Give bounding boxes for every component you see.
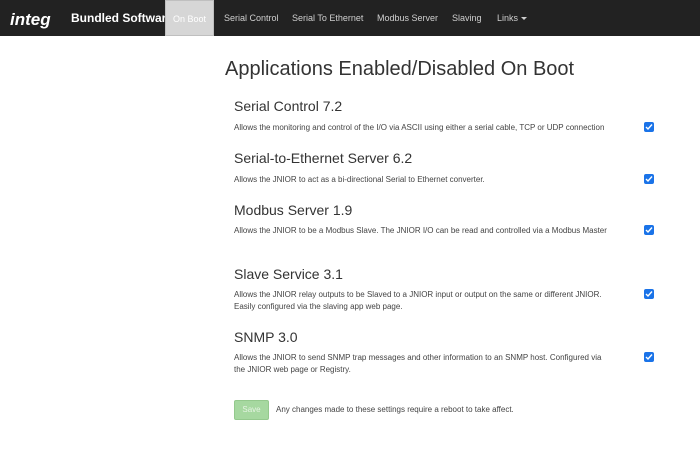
caret-down-icon xyxy=(521,17,528,21)
brand-title[interactable]: Bundled Software xyxy=(71,11,173,25)
svg-text:integ: integ xyxy=(10,10,51,29)
nav-tab-modbus-server[interactable]: Modbus Server xyxy=(377,0,438,36)
nav-tab-on-boot[interactable]: On Boot xyxy=(165,0,214,36)
checkmark-icon xyxy=(645,227,653,234)
app-slave-service: Slave Service 3.1 Allows the JNIOR relay… xyxy=(234,266,654,311)
checkmark-icon xyxy=(645,176,653,183)
app-serial-to-ethernet: Serial-to-Ethernet Server 6.2 Allows the… xyxy=(234,150,654,184)
nav-tab-slaving[interactable]: Slaving xyxy=(452,0,482,36)
enable-checkbox[interactable] xyxy=(644,122,654,132)
app-name: Modbus Server 1.9 xyxy=(234,202,353,218)
app-description: Allows the JNIOR relay outputs to be Sla… xyxy=(234,290,602,311)
enable-checkbox[interactable] xyxy=(644,352,654,362)
app-modbus-server: Modbus Server 1.9 Allows the JNIOR to be… xyxy=(234,202,654,235)
nav-tab-serial-to-ethernet[interactable]: Serial To Ethernet xyxy=(292,0,363,36)
page-title: Applications Enabled/Disabled On Boot xyxy=(225,58,575,80)
app-snmp: SNMP 3.0 Allows the JNIOR to send SNMP t… xyxy=(234,329,654,374)
app-serial-control: Serial Control 7.2 Allows the monitoring… xyxy=(234,98,654,132)
app-name: Serial-to-Ethernet Server 6.2 xyxy=(234,150,413,166)
app-name: Slave Service 3.1 xyxy=(234,266,343,282)
nav-tab-links[interactable]: Links xyxy=(497,0,528,36)
checkmark-icon xyxy=(645,354,653,361)
app-name: SNMP 3.0 xyxy=(234,329,298,345)
integ-logo[interactable]: integ xyxy=(10,8,60,30)
enable-checkbox[interactable] xyxy=(644,174,654,184)
app-description: Allows the JNIOR to be a Modbus Slave. T… xyxy=(234,226,607,235)
reboot-note: Any changes made to these settings requi… xyxy=(276,405,514,414)
top-navbar: integ Bundled Software On Boot Serial Co… xyxy=(0,0,700,36)
enable-checkbox[interactable] xyxy=(644,225,654,235)
links-label: Links xyxy=(497,13,519,23)
enable-checkbox[interactable] xyxy=(644,289,654,299)
save-button[interactable]: Save xyxy=(234,400,269,420)
app-description: Allows the JNIOR to act as a bi-directio… xyxy=(234,175,485,184)
checkmark-icon xyxy=(645,291,653,298)
app-description: Allows the monitoring and control of the… xyxy=(234,123,605,132)
checkmark-icon xyxy=(645,124,653,131)
app-description: Allows the JNIOR to send SNMP trap messa… xyxy=(234,353,602,374)
app-name: Serial Control 7.2 xyxy=(234,98,343,114)
nav-tab-serial-control[interactable]: Serial Control xyxy=(224,0,279,36)
